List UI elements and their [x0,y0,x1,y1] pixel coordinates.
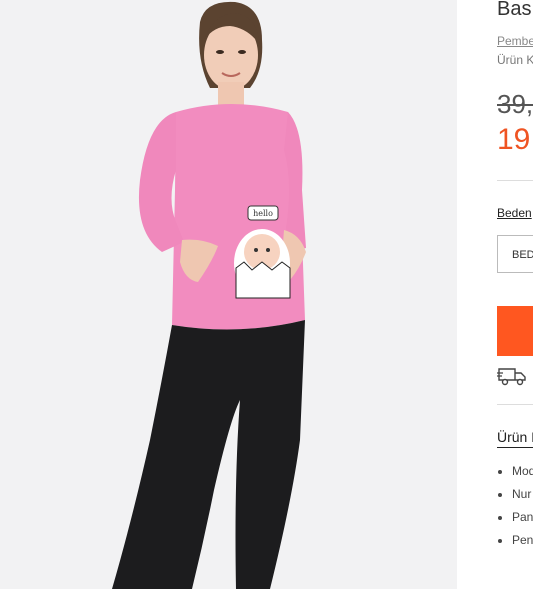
size-guide-link[interactable]: Beden [497,206,532,220]
size-select[interactable]: BED [497,235,533,273]
list-item: Nur [512,483,533,506]
add-to-cart-button[interactable] [497,306,533,356]
sale-price: 19 [497,123,531,156]
product-title: Bas [497,0,532,20]
svg-text:hello: hello [253,209,273,218]
model-illustration: hello [0,0,457,589]
product-details-list: Mod Nur Pan Pen [497,460,533,552]
product-info-panel: Bas Pembe Ürün K 39, 19 Beden BED Ürün D… [457,0,533,589]
list-item: Pen [512,529,533,552]
divider [497,404,533,405]
divider [497,180,533,181]
product-details-title[interactable]: Ürün D [497,429,533,448]
list-item: Pan [512,506,533,529]
old-price: 39, [497,89,533,119]
color-link[interactable]: Pembe [497,34,533,48]
product-photo[interactable]: hello [0,0,457,589]
list-item: Mod [512,460,533,483]
truck-icon [497,366,527,391]
product-code: Ürün K [497,53,533,67]
